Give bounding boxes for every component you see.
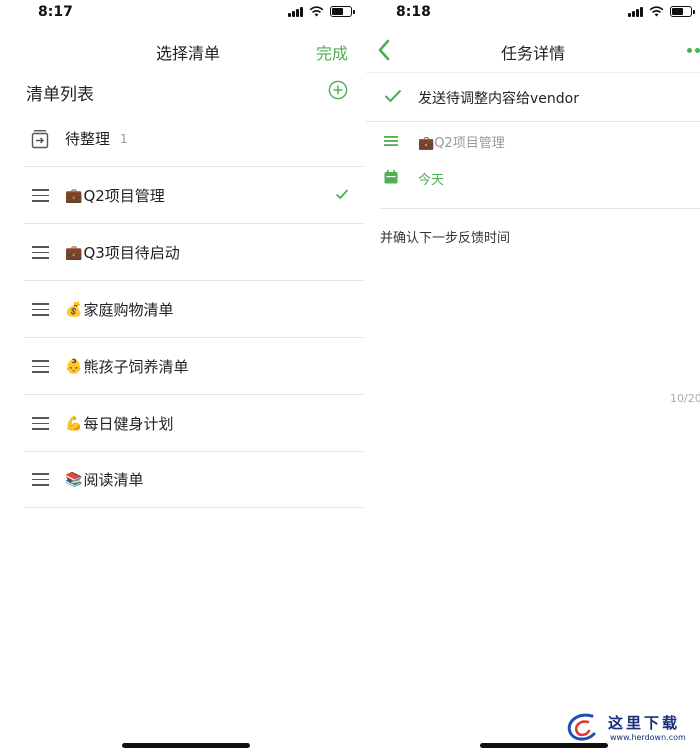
task-list-name: 💼Q2项目管理 — [418, 135, 505, 151]
list-item-inbox[interactable]: 待整理 1 — [24, 111, 363, 167]
wifi-icon — [649, 6, 664, 17]
list-item-q3[interactable]: 💼 Q3项目待启动 — [24, 225, 363, 281]
list-item-shopping[interactable]: 💰 家庭购物清单 — [24, 282, 363, 338]
list-item-kids[interactable]: 👶 熊孩子饲养清单 — [24, 339, 363, 395]
more-options-icon[interactable] — [687, 48, 700, 53]
wifi-icon — [309, 6, 324, 17]
list-item-label: 待整理 — [65, 130, 111, 148]
home-indicator[interactable] — [122, 743, 250, 748]
inbox-icon — [29, 128, 51, 150]
list-item-label: Q3项目待启动 — [83, 244, 180, 262]
page-title: 任务详情 — [500, 44, 565, 63]
task-due-row[interactable]: 今天 — [366, 160, 700, 196]
cellular-signal-icon — [628, 6, 643, 17]
briefcase-icon: 💼 — [418, 135, 435, 151]
hamburger-icon — [29, 185, 51, 207]
checkmark-icon — [335, 189, 349, 200]
battery-icon — [330, 6, 355, 17]
nav-bar: 选择清单 完成 — [0, 34, 376, 70]
task-title[interactable]: 发送待调整内容给vendor — [418, 88, 579, 108]
list-item-fitness[interactable]: 💪 每日健身计划 — [24, 396, 363, 452]
status-bar: 8:18 — [366, 0, 700, 26]
calendar-icon — [384, 169, 398, 188]
divider — [380, 208, 700, 209]
watermark-text: 这里下载 — [608, 714, 681, 732]
complete-task-checkbox-icon[interactable] — [384, 88, 402, 104]
money-bag-icon: 💰 — [65, 301, 83, 318]
list-item-reading[interactable]: 📚 阅读清单 — [24, 452, 363, 508]
task-note[interactable]: 并确认下一步反馈时间 — [380, 227, 510, 246]
hamburger-icon — [29, 413, 51, 435]
baby-icon: 👶 — [65, 358, 83, 375]
list-item-label: 熊孩子饲养清单 — [83, 358, 189, 376]
swirl-logo-icon — [567, 713, 596, 741]
hamburger-icon — [29, 469, 51, 491]
done-button[interactable]: 完成 — [316, 40, 348, 64]
muscle-icon: 💪 — [65, 415, 83, 432]
task-due-date: 今天 — [418, 172, 445, 188]
hamburger-icon — [29, 356, 51, 378]
task-detail-screen: 8:18 任务详情 发送待调整内容给vendor 💼Q2项目管理 今天 并确认下… — [366, 0, 700, 754]
add-list-icon[interactable] — [328, 80, 348, 100]
hamburger-icon — [29, 242, 51, 264]
list-item-label: 每日健身计划 — [83, 415, 174, 433]
status-time: 8:17 — [38, 4, 73, 20]
nav-bar: 任务详情 — [366, 34, 700, 70]
list-section-header: 清单列表 — [26, 78, 348, 106]
list-icon — [384, 132, 398, 151]
status-icons — [288, 6, 355, 17]
task-header: 发送待调整内容给vendor — [366, 72, 700, 122]
list-item-count: 1 — [120, 131, 128, 146]
status-time: 8:18 — [396, 4, 431, 20]
list-item-label: 阅读清单 — [83, 471, 144, 489]
status-icons — [628, 6, 695, 17]
section-title: 清单列表 — [26, 85, 94, 105]
status-bar: 8:17 — [0, 0, 376, 26]
list-item-label: Q2项目管理 — [83, 187, 165, 205]
books-icon: 📚 — [65, 471, 83, 488]
watermark-url: www.herdown.com — [610, 733, 686, 742]
choose-list-screen: 8:17 选择清单 完成 清单列表 待整理 1 💼 Q2项目管理 💼 Q3项目待… — [0, 0, 376, 754]
briefcase-icon: 💼 — [65, 244, 83, 261]
list-item-label: 家庭购物清单 — [83, 301, 174, 319]
cellular-signal-icon — [288, 6, 303, 17]
note-char-count: 10/20 — [670, 392, 700, 405]
hamburger-icon — [29, 299, 51, 321]
list-item-q2[interactable]: 💼 Q2项目管理 — [24, 168, 363, 224]
briefcase-icon: 💼 — [65, 187, 83, 204]
watermark-logo: 这里下载 www.herdown.com — [562, 708, 690, 748]
task-list-row[interactable]: 💼Q2项目管理 — [366, 123, 700, 159]
battery-icon — [670, 6, 695, 17]
